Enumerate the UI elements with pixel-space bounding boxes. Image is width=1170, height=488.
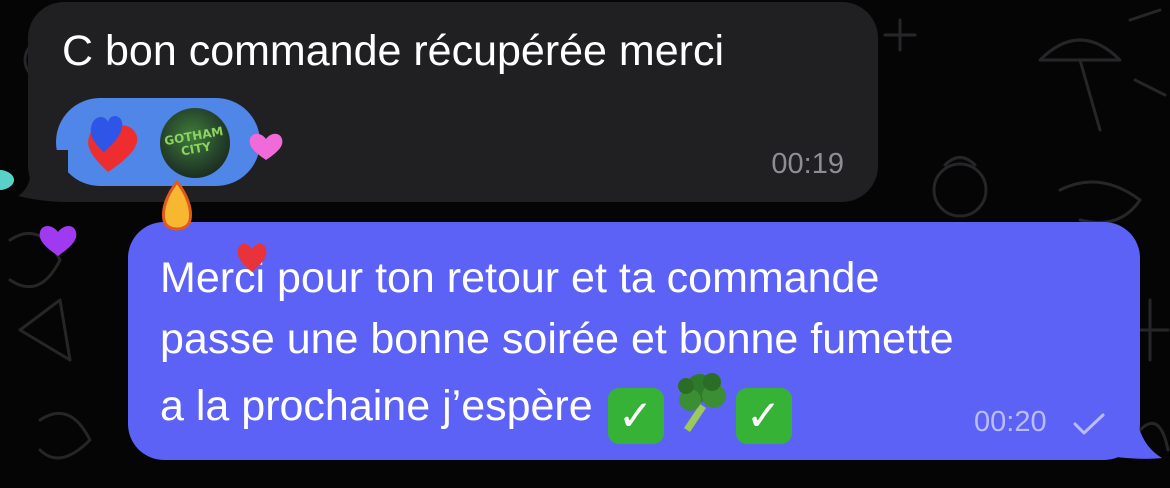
outgoing-bubble-tail (1108, 398, 1162, 459)
broccoli-icon (677, 373, 726, 432)
floating-red-heart-icon (237, 243, 267, 272)
white-check-mark-icon: ✓ (607, 388, 664, 444)
blue-red-hearts-icon (88, 116, 138, 172)
floating-teal-heart-icon (0, 170, 14, 190)
incoming-timestamp: 00:19 (771, 148, 844, 180)
white-check-mark-icon: ✓ (735, 388, 792, 444)
reaction-pill[interactable]: GOTHAM CITY (56, 98, 260, 186)
floating-orange-heart-icon (162, 180, 192, 231)
floating-purple-heart-icon (39, 226, 77, 256)
message-line-1: Merci pour ton retour et ta commande (160, 254, 880, 302)
floating-pink-heart-icon (249, 133, 283, 160)
outgoing-message-bubble[interactable]: Merci pour ton retour et ta commande pas… (128, 222, 1140, 460)
outgoing-timestamp: 00:20 (974, 406, 1047, 438)
incoming-message-bubble[interactable]: C bon commande récupérée merci GOTHAM CI… (28, 2, 878, 202)
outgoing-message-text: Merci pour ton retour et ta commande pas… (160, 248, 1120, 444)
message-line-2: passe une bonne soirée et bonne fumette (160, 315, 954, 363)
avatar-text: GOTHAM CITY (163, 124, 225, 159)
incoming-message-text: C bon commande récupérée merci (62, 27, 725, 75)
gotham-city-avatar[interactable]: GOTHAM CITY (160, 108, 230, 178)
incoming-bubble-tail (18, 150, 68, 202)
message-line-3-text: a la prochaine j’espère (160, 382, 593, 430)
sent-checkmark-icon (1073, 413, 1105, 435)
